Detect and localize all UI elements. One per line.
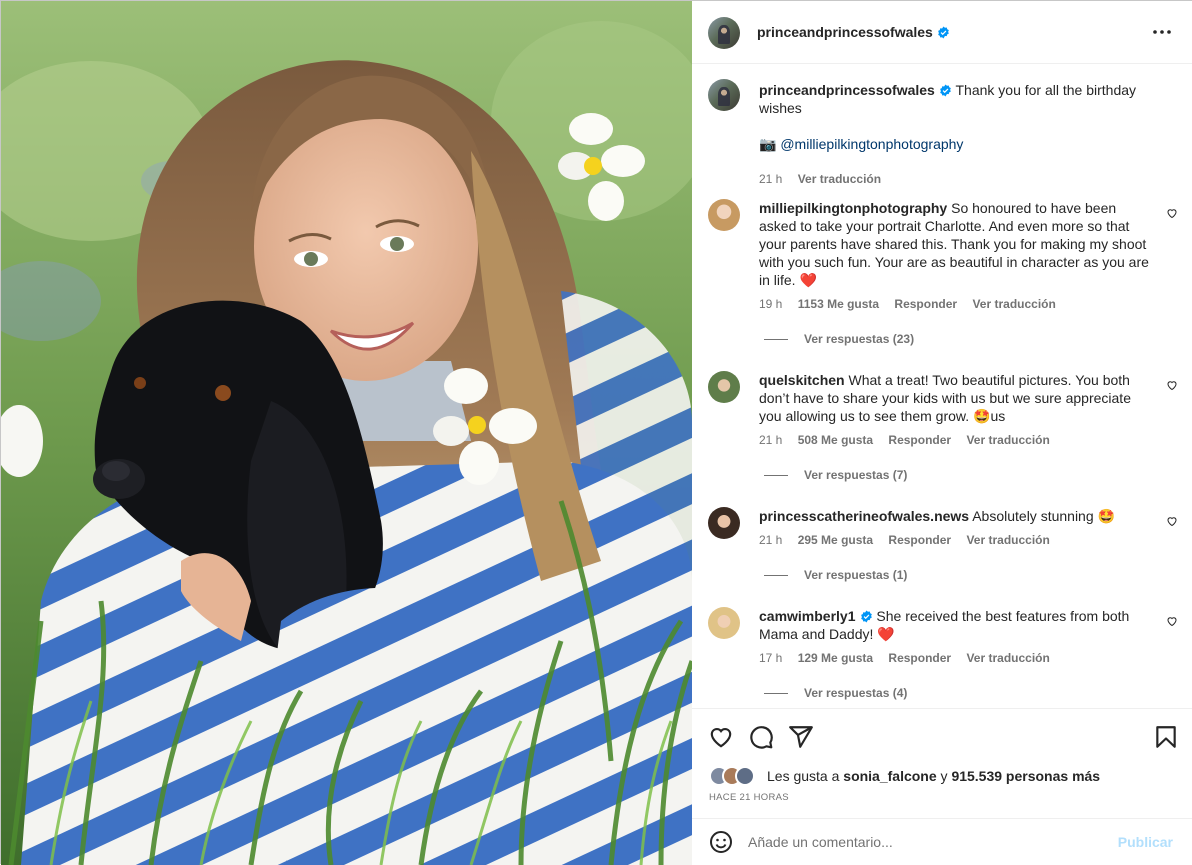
photographer-mention[interactable]: @milliepilkingtonphotography — [780, 136, 963, 152]
save-bookmark-icon[interactable] — [1153, 724, 1179, 750]
verified-badge-icon — [860, 610, 872, 623]
like-comment-heart-icon[interactable] — [1166, 207, 1178, 219]
likes-text: Les gusta a sonia_falcone y 915.539 pers… — [767, 768, 1101, 784]
like-heart-icon[interactable] — [708, 724, 734, 750]
commenter-avatar[interactable] — [708, 199, 740, 231]
post-panel: princeandprincessofwales princeandprince… — [692, 1, 1192, 865]
comment-username[interactable]: camwimberly1 — [759, 608, 856, 624]
comment-text: princesscatherineofwales.news Absolutely… — [759, 508, 1115, 524]
post-actions: Les gusta a sonia_falcone y 915.539 pers… — [692, 708, 1192, 818]
translate-button[interactable]: Ver traducción — [972, 297, 1055, 311]
comment-text: camwimberly1 She received the best featu… — [759, 608, 1130, 642]
commenter-avatar[interactable] — [708, 371, 740, 403]
liker-username[interactable]: sonia_falcone — [843, 768, 936, 784]
heart-emoji: ❤️ — [877, 626, 895, 642]
comment-likes[interactable]: 1153 Me gusta — [798, 297, 879, 311]
view-replies-button[interactable]: Ver respuestas (7) — [764, 468, 907, 482]
comment-likes[interactable]: 129 Me gusta — [798, 651, 873, 665]
comment-likes[interactable]: 295 Me gusta — [798, 533, 873, 547]
reply-button[interactable]: Responder — [888, 533, 951, 547]
reply-button[interactable]: Responder — [888, 651, 951, 665]
add-comment-bar: Publicar — [692, 818, 1192, 865]
reply-button[interactable]: Responder — [894, 297, 957, 311]
more-options-icon[interactable] — [1151, 23, 1173, 41]
liker-avatar — [735, 766, 755, 786]
comment-username[interactable]: milliepilkingtonphotography — [759, 200, 947, 216]
commenter-avatar[interactable] — [708, 507, 740, 539]
caption-time[interactable]: 21 h — [759, 172, 782, 186]
post-dialog: princeandprincessofwales princeandprince… — [0, 0, 1192, 865]
caption-meta: 21 h Ver traducción — [759, 172, 893, 186]
publish-button[interactable]: Publicar — [1118, 834, 1173, 850]
verified-badge-icon — [937, 26, 949, 39]
camera-icon: 📷 — [759, 136, 777, 152]
comment-icon[interactable] — [748, 724, 774, 750]
comment-meta: 21 h 295 Me gusta Responder Ver traducci… — [759, 533, 1050, 547]
verified-badge-icon — [939, 84, 951, 97]
like-comment-heart-icon[interactable] — [1166, 615, 1178, 627]
emoji-smiley-icon[interactable] — [709, 830, 733, 854]
photo-illustration — [1, 1, 692, 865]
caption-avatar[interactable] — [708, 79, 740, 111]
caption-text: princeandprincessofwales Thank you for a… — [759, 82, 1137, 116]
post-photo[interactable] — [1, 1, 692, 865]
like-comment-heart-icon[interactable] — [1166, 515, 1178, 527]
translate-button[interactable]: Ver traducción — [966, 651, 1049, 665]
commenter-avatar[interactable] — [708, 607, 740, 639]
comment-input[interactable] — [748, 831, 1108, 853]
comment-text: quelskitchen What a treat! Two beautiful… — [759, 372, 1131, 424]
author-username[interactable]: princeandprincessofwales — [757, 24, 950, 40]
comment-meta: 21 h 508 Me gusta Responder Ver traducci… — [759, 433, 1050, 447]
heart-emoji: ❤️ — [799, 272, 817, 288]
translate-button[interactable]: Ver traducción — [966, 533, 1049, 547]
likes-count[interactable]: 915.539 personas más — [951, 768, 1100, 784]
caption-translate[interactable]: Ver traducción — [798, 172, 881, 186]
comment-text: milliepilkingtonphotography So honoured … — [759, 200, 1149, 288]
caption-username[interactable]: princeandprincessofwales — [759, 82, 935, 98]
view-replies-button[interactable]: Ver respuestas (4) — [764, 686, 907, 700]
comment-username[interactable]: princesscatherineofwales.news — [759, 508, 969, 524]
reply-button[interactable]: Responder — [888, 433, 951, 447]
view-replies-button[interactable]: Ver respuestas (23) — [764, 332, 914, 346]
photo-credit-line: 📷 @milliepilkingtonphotography — [759, 135, 1154, 153]
star-eyes-emoji: 🤩 — [1097, 508, 1115, 524]
comment-username[interactable]: quelskitchen — [759, 372, 845, 388]
post-timestamp[interactable]: HACE 21 HORAS — [709, 792, 789, 803]
view-replies-button[interactable]: Ver respuestas (1) — [764, 568, 907, 582]
post-header: princeandprincessofwales — [692, 1, 1192, 64]
like-comment-heart-icon[interactable] — [1166, 379, 1178, 391]
comment-meta: 17 h 129 Me gusta Responder Ver traducci… — [759, 651, 1050, 665]
comments-list[interactable]: princeandprincessofwales Thank you for a… — [692, 65, 1192, 708]
translate-button[interactable]: Ver traducción — [966, 433, 1049, 447]
comment-meta: 19 h 1153 Me gusta Responder Ver traducc… — [759, 297, 1056, 311]
star-eyes-emoji: 🤩 — [973, 408, 991, 424]
share-icon[interactable] — [788, 724, 814, 750]
comment-likes[interactable]: 508 Me gusta — [798, 433, 873, 447]
author-avatar[interactable] — [708, 17, 740, 49]
